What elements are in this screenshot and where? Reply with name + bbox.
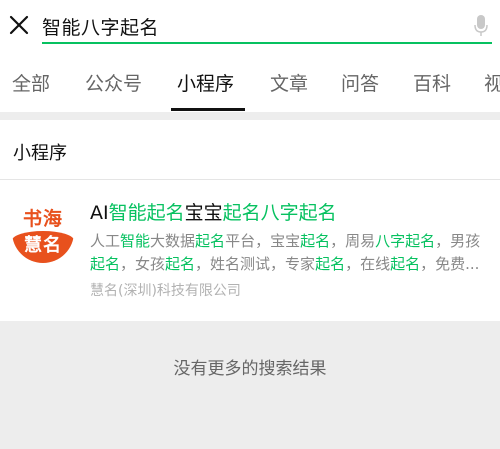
section-title: 小程序 — [13, 143, 67, 164]
logo-text-bottom: 慧名 — [12, 231, 74, 263]
close-icon — [9, 15, 29, 35]
desc-highlight: 起名 — [195, 232, 226, 250]
category-tabs: 全部 公众号 小程序 文章 问答 百科 视 — [0, 55, 500, 112]
desc-part: 人工 — [90, 232, 121, 250]
tab-mini-programs[interactable]: 小程序 — [177, 69, 234, 96]
title-highlight: 智能起名 — [108, 202, 185, 224]
title-highlight: 起名八字起名 — [222, 202, 337, 224]
desc-part: ，女孩 — [120, 255, 166, 273]
desc-highlight: 起名 — [300, 232, 331, 250]
result-title[interactable]: AI智能起名宝宝起名八字起名 — [90, 198, 337, 225]
tab-qa[interactable]: 问答 — [341, 69, 379, 96]
app-logo: 书海 慧名 — [12, 201, 74, 263]
desc-part: ，姓名测试，专家 — [195, 255, 316, 273]
desc-highlight: 八字起名 — [375, 232, 436, 250]
result-company: 慧名(深圳)科技有限公司 — [90, 283, 241, 299]
desc-highlight: 起名 — [165, 255, 196, 273]
search-input[interactable]: 智能八字起名 — [42, 10, 492, 44]
desc-part: ，在线 — [345, 255, 391, 273]
mini-program-result[interactable]: 书海 慧名 AI智能起名宝宝起名八字起名 人工智能大数据起名平台，宝宝起名，周易… — [0, 180, 500, 321]
search-query: 智能八字起名 — [42, 17, 160, 39]
result-description: 人工智能大数据起名平台，宝宝起名，周易八字起名，男孩 起名，女孩起名，姓名测试，… — [90, 230, 490, 276]
no-more-results: 没有更多的搜索结果 — [173, 359, 327, 379]
title-part: AI — [90, 202, 109, 224]
desc-highlight: 起名 — [315, 255, 346, 273]
desc-part: 大数据 — [150, 232, 196, 250]
tab-video[interactable]: 视 — [484, 69, 500, 96]
title-part: 宝宝 — [184, 202, 223, 224]
tab-official-accounts[interactable]: 公众号 — [85, 69, 142, 96]
desc-highlight: 智能 — [120, 232, 151, 250]
tab-articles[interactable]: 文章 — [270, 69, 308, 96]
tab-encyclopedia[interactable]: 百科 — [413, 69, 451, 96]
desc-part: ，免费... — [420, 255, 480, 273]
active-tab-indicator — [171, 108, 245, 111]
close-button[interactable] — [8, 14, 30, 36]
desc-part: ，男孩 — [435, 232, 481, 250]
tab-all[interactable]: 全部 — [12, 69, 50, 96]
microphone-icon[interactable] — [474, 15, 488, 37]
desc-part: ，周易 — [330, 232, 376, 250]
desc-highlight: 起名 — [390, 255, 421, 273]
desc-highlight: 起名 — [90, 255, 121, 273]
mini-program-section: 小程序 书海 慧名 AI智能起名宝宝起名八字起名 人工智能大数据起名平台，宝宝起… — [0, 120, 500, 321]
desc-part: 平台，宝宝 — [225, 232, 301, 250]
search-bar: 智能八字起名 — [0, 0, 500, 55]
